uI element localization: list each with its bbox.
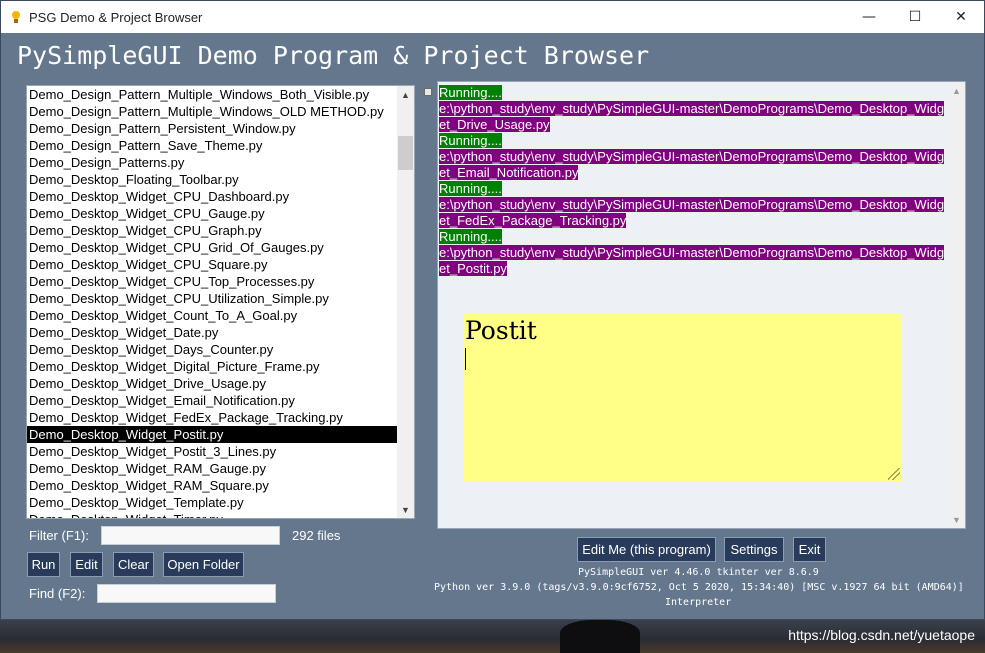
list-item[interactable]: Demo_Desktop_Widget_CPU_Grid_Of_Gauges.p… xyxy=(27,239,397,256)
list-item[interactable]: Demo_Desktop_Widget_FedEx_Package_Tracki… xyxy=(27,409,397,426)
list-item[interactable]: Demo_Desktop_Widget_Email_Notification.p… xyxy=(27,392,397,409)
run-button[interactable]: Run xyxy=(27,552,60,577)
output-path-line: e:\python_study\env_study\PySimpleGUI-ma… xyxy=(439,149,947,165)
list-item[interactable]: Demo_Desktop_Widget_Count_To_A_Goal.py xyxy=(27,307,397,324)
output-path-line: e:\python_study\env_study\PySimpleGUI-ma… xyxy=(439,245,947,261)
close-button[interactable]: ✕ xyxy=(938,1,984,33)
scroll-down-icon[interactable]: ▼ xyxy=(948,511,965,528)
output-line-text: et_FedEx_Package_Tracking.py xyxy=(439,213,627,228)
scroll-up-icon[interactable]: ▲ xyxy=(948,82,965,99)
window-title: PSG Demo & Project Browser xyxy=(29,9,203,25)
output-line-text: e:\python_study\env_study\PySimpleGUI-ma… xyxy=(439,197,945,212)
app-title: PySimpleGUI Demo Program & Project Brows… xyxy=(17,41,650,70)
list-item[interactable]: Demo_Design_Pattern_Multiple_Windows_OLD… xyxy=(27,103,397,120)
output-path-line: e:\python_study\env_study\PySimpleGUI-ma… xyxy=(439,197,947,213)
app-window: PSG Demo & Project Browser — ☐ ✕ PySimpl… xyxy=(0,0,985,620)
list-scrollbar[interactable]: ▲ ▼ xyxy=(397,86,414,518)
postit-text[interactable]: Postit xyxy=(465,316,537,345)
edit-me-button[interactable]: Edit Me (this program) xyxy=(577,537,716,562)
minimize-button[interactable]: — xyxy=(846,1,892,33)
list-item[interactable]: Demo_Desktop_Widget_RAM_Gauge.py xyxy=(27,460,397,477)
watermark: https://blog.csdn.net/yuetaope xyxy=(788,627,975,643)
output-lines: Running.... e:\python_study\env_study\PyS… xyxy=(439,85,947,277)
output-scrollbar[interactable]: ▲ ▼ xyxy=(948,82,965,528)
maximize-button[interactable]: ☐ xyxy=(892,1,938,33)
open-folder-button[interactable]: Open Folder xyxy=(163,552,244,577)
output-line-text: e:\python_study\env_study\PySimpleGUI-ma… xyxy=(439,149,945,164)
edit-button[interactable]: Edit xyxy=(70,552,103,577)
list-item[interactable]: Demo_Design_Pattern_Persistent_Window.py xyxy=(27,120,397,137)
list-item[interactable]: Demo_Desktop_Widget_Template.py xyxy=(27,494,397,511)
list-item[interactable]: Demo_Desktop_Widget_Drive_Usage.py xyxy=(27,375,397,392)
output-line-text: Running.... xyxy=(439,133,502,148)
list-item[interactable]: Demo_Desktop_Widget_Digital_Picture_Fram… xyxy=(27,358,397,375)
list-item[interactable]: Demo_Design_Pattern_Multiple_Windows_Bot… xyxy=(27,86,397,103)
filter-input[interactable] xyxy=(101,526,280,545)
output-path-line: et_Email_Notification.py xyxy=(439,165,947,181)
list-item[interactable]: Demo_Desktop_Widget_CPU_Graph.py xyxy=(27,222,397,239)
demo-file-list: Demo_Design_Pattern_Multiple_Windows_Bot… xyxy=(27,86,397,518)
find-label: Find (F2): xyxy=(29,586,86,601)
resize-grip-icon[interactable] xyxy=(888,468,900,480)
list-item[interactable]: Demo_Desktop_Widget_RAM_Square.py xyxy=(27,477,397,494)
output-path-line: e:\python_study\env_study\PySimpleGUI-ma… xyxy=(439,101,947,117)
desktop-background: https://blog.csdn.net/yuetaope xyxy=(0,620,985,653)
output-running-line: Running.... xyxy=(439,181,947,197)
list-item[interactable]: Demo_Desktop_Widget_CPU_Dashboard.py xyxy=(27,188,397,205)
output-line-text: Running.... xyxy=(439,85,502,100)
demo-file-listbox[interactable]: Demo_Design_Pattern_Multiple_Windows_Bot… xyxy=(26,85,415,519)
output-line-text: et_Drive_Usage.py xyxy=(439,117,550,132)
list-item[interactable]: Demo_Desktop_Widget_Postit_3_Lines.py xyxy=(27,443,397,460)
scroll-down-icon[interactable]: ▼ xyxy=(397,501,414,518)
interpreter-label: Interpreter xyxy=(665,597,732,608)
output-path-line: et_Drive_Usage.py xyxy=(439,117,947,133)
scroll-up-icon[interactable]: ▲ xyxy=(397,86,414,103)
output-line-text: Running.... xyxy=(439,229,502,244)
list-item[interactable]: Demo_Desktop_Widget_Date.py xyxy=(27,324,397,341)
output-line-text: et_Email_Notification.py xyxy=(439,165,579,180)
scroll-thumb[interactable] xyxy=(398,136,413,170)
lightbulb-icon xyxy=(11,11,21,23)
list-item[interactable]: Demo_Desktop_Floating_Toolbar.py xyxy=(27,171,397,188)
output-path-line: et_Postit.py xyxy=(439,261,947,277)
clear-button[interactable]: Clear xyxy=(113,552,154,577)
list-item[interactable]: Demo_Desktop_Widget_CPU_Gauge.py xyxy=(27,205,397,222)
output-line-text: et_Postit.py xyxy=(439,261,507,276)
title-bar: PSG Demo & Project Browser — ☐ ✕ xyxy=(1,1,984,33)
output-line-text: e:\python_study\env_study\PySimpleGUI-ma… xyxy=(439,101,945,116)
checkbox-icon[interactable] xyxy=(424,88,432,96)
list-item[interactable]: Demo_Desktop_Widget_CPU_Utilization_Simp… xyxy=(27,290,397,307)
settings-button[interactable]: Settings xyxy=(724,537,784,562)
postit-window[interactable]: Postit xyxy=(464,314,902,482)
list-item[interactable]: Demo_Desktop_Widget_Days_Counter.py xyxy=(27,341,397,358)
pysimplegui-version: PySimpleGUI ver 4.46.0 tkinter ver 8.6.9 xyxy=(578,567,819,578)
output-line-text: e:\python_study\env_study\PySimpleGUI-ma… xyxy=(439,245,945,260)
list-item[interactable]: Demo_Desktop_Widget_CPU_Square.py xyxy=(27,256,397,273)
tree-silhouette xyxy=(560,620,640,653)
find-input[interactable] xyxy=(97,584,276,603)
filter-label: Filter (F1): xyxy=(29,528,89,543)
output-line-text: Running.... xyxy=(439,181,502,196)
list-item[interactable]: Demo_Design_Pattern_Save_Theme.py xyxy=(27,137,397,154)
list-item[interactable]: Demo_Desktop_Widget_CPU_Top_Processes.py xyxy=(27,273,397,290)
text-caret xyxy=(465,348,466,370)
list-item[interactable]: Demo_Desktop_Widget_Postit.py xyxy=(27,426,397,443)
output-running-line: Running.... xyxy=(439,85,947,101)
python-version: Python ver 3.9.0 (tags/v3.9.0:9cf6752, O… xyxy=(434,582,964,593)
output-path-line: et_FedEx_Package_Tracking.py xyxy=(439,213,947,229)
exit-button[interactable]: Exit xyxy=(793,537,826,562)
list-item[interactable]: Demo_Design_Patterns.py xyxy=(27,154,397,171)
list-item[interactable]: Demo_Desktop_Widget_Timer.py xyxy=(27,511,397,518)
output-running-line: Running.... xyxy=(439,133,947,149)
output-running-line: Running.... xyxy=(439,229,947,245)
file-count: 292 files xyxy=(292,528,341,543)
